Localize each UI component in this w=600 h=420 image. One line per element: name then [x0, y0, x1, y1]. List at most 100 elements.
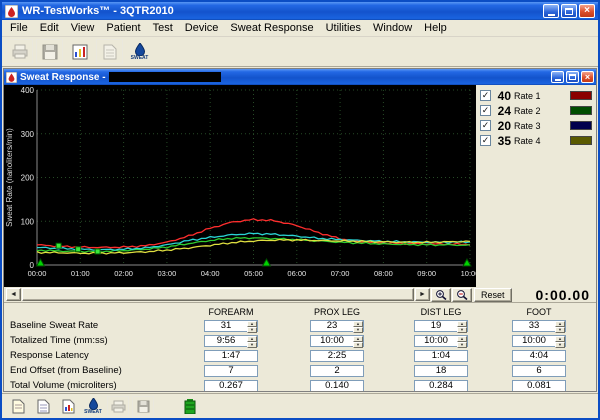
rate-1-checkbox[interactable]: ✓: [480, 90, 491, 101]
svg-text:00:00: 00:00: [28, 269, 47, 278]
value-field[interactable]: 10:00 ▲ ▼: [310, 334, 364, 348]
value-field[interactable]: 18: [414, 364, 468, 377]
value-field[interactable]: 0.140: [310, 379, 364, 391]
patient-report-button[interactable]: [57, 395, 79, 417]
rate-2-checkbox[interactable]: ✓: [480, 105, 491, 116]
reset-button[interactable]: Reset: [474, 287, 512, 302]
menu-test[interactable]: Test: [147, 21, 179, 35]
menu-help[interactable]: Help: [418, 21, 453, 35]
value-field[interactable]: 10:00 ▲ ▼: [512, 334, 566, 348]
print-button[interactable]: [6, 39, 33, 64]
spinner-down[interactable]: ▼: [247, 341, 257, 348]
menu-edit[interactable]: Edit: [34, 21, 65, 35]
scrollbar-thumb[interactable]: [22, 288, 414, 301]
child-title-bar: Sweat Response - ×: [4, 69, 596, 85]
chart-scrollbar[interactable]: [22, 288, 414, 301]
scrollbar-left-arrow[interactable]: ◄: [6, 288, 21, 301]
svg-text:200: 200: [21, 174, 35, 183]
spinner-down[interactable]: ▼: [353, 326, 363, 333]
value-field[interactable]: 7: [204, 364, 258, 377]
value-field[interactable]: 23 ▲ ▼: [310, 319, 364, 333]
maximize-button[interactable]: [561, 4, 577, 18]
row-label: Totalized Time (mm:ss): [10, 335, 108, 346]
open-page-icon: [37, 399, 49, 413]
spinner-down[interactable]: ▼: [247, 326, 257, 333]
field-value: 10:00: [424, 335, 448, 346]
close-button[interactable]: ×: [579, 4, 595, 18]
value-field[interactable]: 1:47: [204, 349, 258, 362]
value-field[interactable]: 1:04: [414, 349, 468, 362]
value-field[interactable]: 0.081: [512, 379, 566, 391]
rate-3-checkbox[interactable]: ✓: [480, 120, 491, 131]
spinner: ▲ ▼: [555, 320, 565, 333]
save-button[interactable]: [36, 39, 63, 64]
value-field[interactable]: 0.267: [204, 379, 258, 391]
field-value: 1:04: [431, 350, 451, 361]
minimize-button[interactable]: [543, 4, 559, 18]
spinner-down[interactable]: ▼: [457, 341, 467, 348]
zoom-out-button[interactable]: [452, 287, 472, 302]
sweat-test-button[interactable]: SWEAT: [126, 39, 153, 64]
open-test-button[interactable]: [32, 395, 54, 417]
svg-text:400: 400: [21, 86, 35, 95]
svg-text:01:00: 01:00: [71, 269, 90, 278]
table-row: End Offset (from Baseline) 7 2 18 6: [10, 363, 590, 378]
row-label: Response Latency: [10, 350, 89, 361]
report-chart-icon: [72, 44, 87, 59]
spinner: ▲ ▼: [457, 335, 467, 348]
field-value: 19: [430, 320, 442, 331]
elapsed-timer: 0:00.00: [535, 286, 590, 303]
menu-patient[interactable]: Patient: [100, 21, 146, 35]
device-status-button[interactable]: [179, 395, 201, 417]
menu-view[interactable]: View: [65, 21, 101, 35]
value-field[interactable]: 33 ▲ ▼: [512, 319, 566, 333]
value-field[interactable]: 4:04: [512, 349, 566, 362]
spinner-down[interactable]: ▼: [353, 341, 363, 348]
page-icon: [103, 44, 116, 59]
value-field[interactable]: 2: [310, 364, 364, 377]
save-results-button[interactable]: [132, 395, 154, 417]
sweat-button-label: SWEAT: [130, 54, 149, 61]
report-button[interactable]: [66, 39, 93, 64]
spinner-down[interactable]: ▼: [457, 326, 467, 333]
zoom-in-button[interactable]: [431, 287, 451, 302]
scrollbar-right-arrow[interactable]: ►: [415, 288, 430, 301]
child-close-button[interactable]: ×: [581, 71, 594, 83]
child-minimize-button[interactable]: [551, 71, 564, 83]
spinner: ▲ ▼: [555, 335, 565, 348]
child-window-title: Sweat Response -: [20, 71, 106, 83]
legend-row: ✓ 35 Rate 4: [480, 134, 594, 148]
row-label: Baseline Sweat Rate: [10, 320, 99, 331]
menu-file[interactable]: File: [4, 21, 34, 35]
redacted-patient-name: [108, 72, 221, 82]
menu-device[interactable]: Device: [179, 21, 225, 35]
sweat-mode-button[interactable]: SWEAT: [82, 395, 104, 417]
value-field[interactable]: 10:00 ▲ ▼: [414, 334, 468, 348]
spinner-down[interactable]: ▼: [555, 326, 565, 333]
value-field[interactable]: 2:25: [310, 349, 364, 362]
title-bar: WR-TestWorks™ - 3QTR2010 ×: [2, 2, 598, 20]
chart-plot[interactable]: 010020030040000:00 01:00 02:00 03:00 04:00 05…: [4, 85, 476, 287]
new-test-button[interactable]: [7, 395, 29, 417]
legend-row: ✓ 40 Rate 1: [480, 89, 594, 103]
field-value: 4:04: [529, 350, 549, 361]
copy-button[interactable]: [96, 39, 123, 64]
rate-1-label: Rate 1: [514, 90, 541, 101]
rate-3-value: 20: [497, 118, 511, 133]
value-field[interactable]: 6: [512, 364, 566, 377]
value-field[interactable]: 9:56 ▲ ▼: [204, 334, 258, 348]
spinner: ▲ ▼: [247, 320, 257, 333]
rate-4-checkbox[interactable]: ✓: [480, 135, 491, 146]
app-icon: [5, 4, 18, 18]
value-field[interactable]: 31 ▲ ▼: [204, 319, 258, 333]
spinner-down[interactable]: ▼: [555, 341, 565, 348]
print-results-button[interactable]: [107, 395, 129, 417]
row-label: End Offset (from Baseline): [10, 365, 122, 376]
menu-utilities[interactable]: Utilities: [320, 21, 367, 35]
value-field[interactable]: 19 ▲ ▼: [414, 319, 468, 333]
chart-controls-row: ◄ ► Reset 0:00.00: [4, 286, 596, 303]
menu-sweat-response[interactable]: Sweat Response: [224, 21, 319, 35]
menu-window[interactable]: Window: [367, 21, 418, 35]
value-field[interactable]: 0.284: [414, 379, 468, 391]
child-maximize-button[interactable]: [566, 71, 579, 83]
